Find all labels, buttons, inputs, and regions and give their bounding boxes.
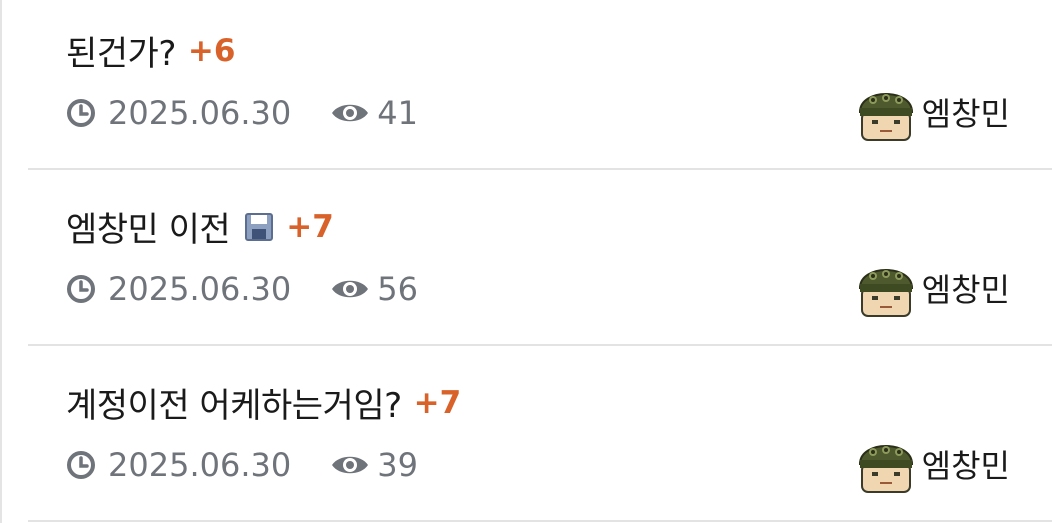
avatar[interactable] bbox=[858, 434, 914, 494]
eye-icon bbox=[332, 280, 369, 298]
comment-count: +7 bbox=[413, 384, 462, 421]
comment-count: +7 bbox=[286, 208, 334, 245]
post-title-row[interactable]: 계정이전 어케하는거임? +7 bbox=[66, 378, 461, 427]
post-item[interactable]: 된건가? +6 2025.06.30 41 엠창민 bbox=[28, 0, 1052, 170]
avatar[interactable] bbox=[858, 82, 914, 142]
post-date: 2025.06.30 bbox=[108, 446, 292, 484]
post-meta: 2025.06.30 41 bbox=[66, 94, 418, 132]
post-title-row[interactable]: 된건가? +6 bbox=[66, 26, 235, 75]
author-name[interactable]: 엠창민 bbox=[922, 441, 1010, 487]
clock-icon bbox=[67, 451, 95, 479]
post-title[interactable]: 된건가? bbox=[66, 26, 176, 75]
author[interactable]: 엠창민 bbox=[858, 258, 1010, 318]
avatar[interactable] bbox=[858, 258, 914, 318]
post-date: 2025.06.30 bbox=[108, 270, 292, 308]
left-border bbox=[0, 0, 2, 523]
post-item[interactable]: 계정이전 어케하는거임? +7 2025.06.30 39 엠창민 bbox=[28, 348, 1052, 522]
post-date: 2025.06.30 bbox=[108, 94, 292, 132]
post-item[interactable]: 엠창민 이전 +7 2025.06.30 56 엠창민 bbox=[28, 172, 1052, 346]
post-meta: 2025.06.30 56 bbox=[66, 270, 418, 308]
author-name[interactable]: 엠창민 bbox=[922, 89, 1010, 135]
eye-icon bbox=[332, 104, 369, 122]
post-title[interactable]: 계정이전 어케하는거임? bbox=[66, 378, 402, 427]
clock-icon bbox=[67, 275, 95, 303]
author[interactable]: 엠창민 bbox=[858, 82, 1010, 142]
author[interactable]: 엠창민 bbox=[858, 434, 1010, 494]
post-title[interactable]: 엠창민 이전 bbox=[66, 202, 231, 251]
post-title-row[interactable]: 엠창민 이전 +7 bbox=[66, 202, 334, 251]
view-count: 41 bbox=[377, 94, 418, 132]
post-meta: 2025.06.30 39 bbox=[66, 446, 418, 484]
view-count: 39 bbox=[377, 446, 418, 484]
author-name[interactable]: 엠창민 bbox=[922, 265, 1010, 311]
clock-icon bbox=[67, 99, 95, 127]
view-count: 56 bbox=[377, 270, 418, 308]
eye-icon bbox=[332, 456, 369, 474]
save-icon bbox=[245, 212, 274, 241]
comment-count: +6 bbox=[187, 32, 236, 69]
